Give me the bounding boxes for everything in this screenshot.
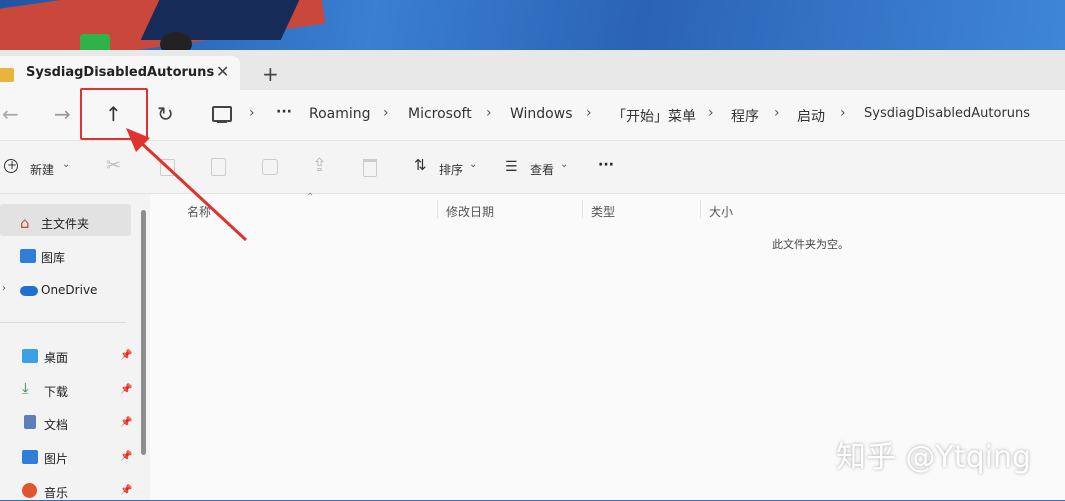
watermark: 知乎 @Ytqing [836,440,1032,475]
annotation-arrow-line [136,138,248,242]
annotation-arrow [126,128,248,242]
